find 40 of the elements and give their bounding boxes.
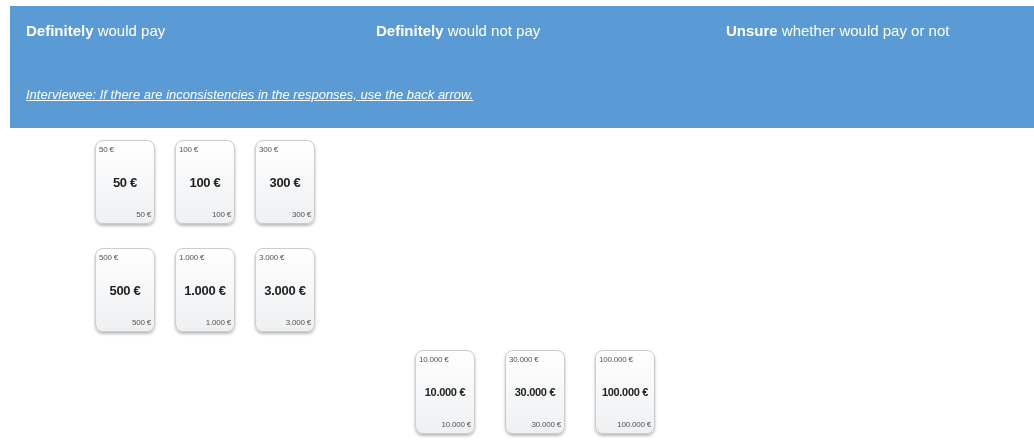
card-corner-label: 30.000 € xyxy=(509,355,540,364)
amount-card[interactable]: 10.000 € 10.000 € 10.000 € xyxy=(415,350,475,434)
card-corner-label: 1.000 € xyxy=(205,318,231,327)
card-amount: 100 € xyxy=(188,173,222,192)
amount-card[interactable]: 30.000 € 30.000 € 30.000 € xyxy=(505,350,565,434)
category-label: Definitely would pay xyxy=(26,22,167,39)
card-corner-label: 1.000 € xyxy=(179,253,206,262)
amount-card[interactable]: 3.000 € 3.000 € 3.000 € xyxy=(255,248,315,332)
card-amount: 3.000 € xyxy=(263,281,307,300)
amount-card[interactable]: 100.000 € 100.000 € 100.000 € xyxy=(595,350,655,434)
card-corner-label: 10.000 € xyxy=(441,420,471,429)
card-amount: 300 € xyxy=(268,173,302,192)
card-amount: 50 € xyxy=(111,173,139,192)
card-corner-label: 10.000 € xyxy=(419,355,450,364)
card-corner-label: 300 € xyxy=(259,145,280,154)
category-label: Unsure whether would pay or not xyxy=(726,22,950,39)
card-corner-label: 300 € xyxy=(291,210,311,219)
card-corner-label: 100.000 € xyxy=(617,420,651,429)
amount-card[interactable]: 500 € 500 € 500 € xyxy=(95,248,155,332)
card-amount: 100.000 € xyxy=(600,385,650,400)
card-corner-label: 500 € xyxy=(99,253,120,262)
card-corner-label: 500 € xyxy=(131,318,151,327)
card-corner-label: 100 € xyxy=(179,145,200,154)
card-corner-label: 50 € xyxy=(136,210,151,219)
card-corner-label: 30.000 € xyxy=(531,420,561,429)
category-label: Definitely would not pay xyxy=(376,22,542,39)
card-corner-label: 3.000 € xyxy=(285,318,311,327)
amount-card[interactable]: 100 € 100 € 100 € xyxy=(175,140,235,224)
card-amount: 30.000 € xyxy=(513,385,557,400)
card-corner-label: 100 € xyxy=(211,210,231,219)
card-amount: 1.000 € xyxy=(183,281,227,300)
card-corner-label: 3.000 € xyxy=(259,253,286,262)
card-corner-label: 50 € xyxy=(99,145,115,154)
card-amount: 500 € xyxy=(108,281,142,300)
card-corner-label: 100.000 € xyxy=(599,355,634,364)
amount-card[interactable]: 1.000 € 1.000 € 1.000 € xyxy=(175,248,235,332)
card-amount: 10.000 € xyxy=(423,385,467,400)
instruction-text: Interviewee: If there are inconsistencies in the responses, use the back arrow. xyxy=(26,87,474,102)
amount-card[interactable]: 50 € 50 € 50 € xyxy=(95,140,155,224)
amount-card[interactable]: 300 € 300 € 300 € xyxy=(255,140,315,224)
